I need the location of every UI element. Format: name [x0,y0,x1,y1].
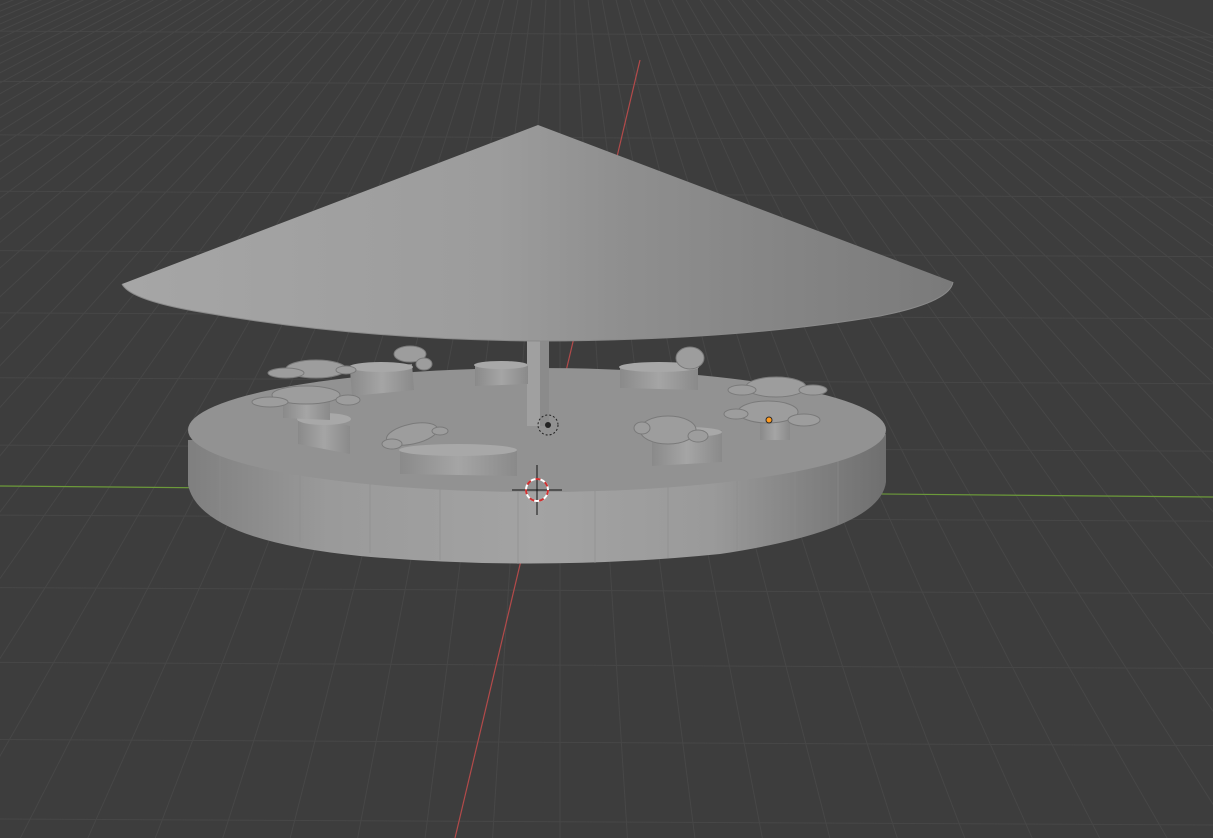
selected-object-origin [765,416,773,424]
3d-viewport[interactable] [0,0,1213,838]
viewport-canvas[interactable] [0,0,1213,838]
seat-bench-1[interactable] [349,362,414,396]
grid-line [0,818,1213,826]
grid-line [0,739,1213,747]
grid-line [0,661,1213,669]
grid-line [0,80,1213,88]
seat-bench-8[interactable] [283,402,330,420]
monkey-head-rider-5[interactable] [675,346,705,370]
monkey-head-rider-1[interactable] [267,359,357,379]
grid-line [0,30,1213,38]
grid-line [0,587,1213,595]
seat-bench-2[interactable] [474,361,528,386]
grid-line [0,134,1213,142]
seat-bench-5[interactable] [399,444,517,476]
